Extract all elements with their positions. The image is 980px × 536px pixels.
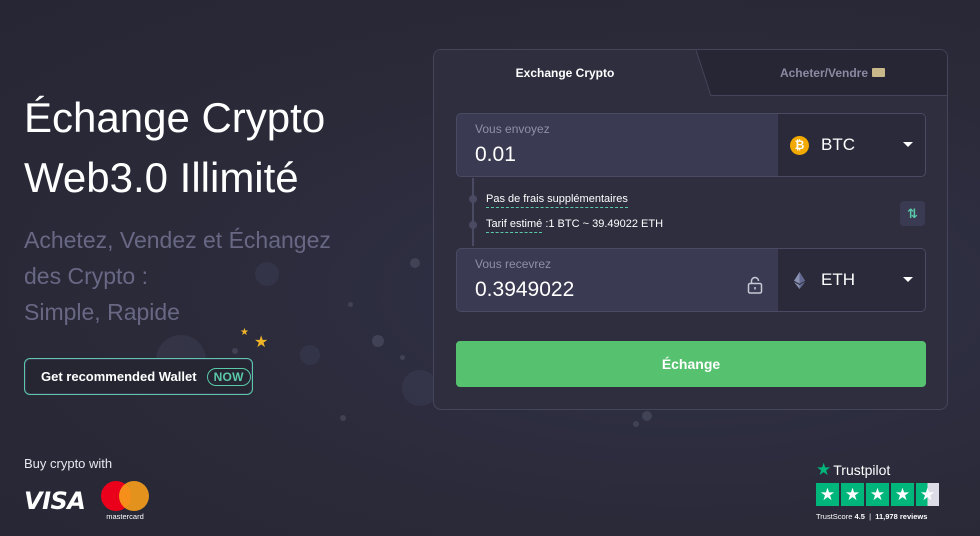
info-dot [469,221,477,229]
rate-value: :1 BTC ~ 39.49022 ETH [545,218,664,230]
hero-subtitle-line-3: Simple, Rapide [24,299,180,325]
wallet-button-label: Get recommended Wallet [41,369,197,384]
hero-subtitle: Achetez, Vendez et Échangez des Crypto :… [24,222,384,330]
get-recommended-wallet-button[interactable]: Get recommended Wallet NOW [24,358,253,395]
fees-text[interactable]: Pas de frais supplémentaires [486,193,628,208]
trustpilot-brand: Trustpilot [833,462,891,478]
trustscore-label: TrustScore [816,512,853,521]
send-field: Vous envoyez 0.01 ₿ BTC [456,113,926,177]
hero-title: Échange Crypto Web3.0 Illimité [24,88,404,208]
bitcoin-icon: ₿ [790,135,809,155]
rating-star-icon: ★ [866,483,889,506]
exchange-button[interactable]: Échange [456,341,926,387]
rating-star-icon: ★ [891,483,914,506]
decor-coin [300,345,320,365]
info-connector [472,178,474,246]
unlock-icon[interactable] [747,276,763,294]
fees-info: Pas de frais supplémentaires [486,193,628,208]
trustpilot-score: TrustScore 4.5 | 11,978 reviews [816,512,927,521]
receive-label: Vous recevrez [475,257,552,271]
hero-subtitle-line-2: des Crypto : [24,263,148,289]
trustpilot-star-icon: ★ [816,460,832,479]
trustpilot-rating-stars: ★ ★ ★ ★ ★ [816,483,939,506]
swap-currencies-button[interactable]: ⇅ [900,201,925,226]
receive-currency-select[interactable]: ETH [778,249,925,311]
star-icon: ★ [254,334,269,351]
send-currency-select[interactable]: ₿ BTC [778,114,925,176]
rating-half-star-icon: ★ [916,483,939,506]
tab-acheter-vendre[interactable]: Acheter/Vendre [696,50,947,96]
send-label: Vous envoyez [475,122,550,136]
hero-title-line-1: Échange Crypto [24,94,326,141]
trustpilot-logo[interactable]: ★ Trustpilot [816,460,890,480]
review-count: 11,978 reviews [875,512,928,521]
chevron-down-icon [903,277,913,282]
now-badge: NOW [206,367,251,386]
credit-card-icon [872,68,886,77]
receive-amount-value: 0.3949022 [475,278,575,301]
exchange-widget: Acheter/Vendre Exchange Crypto Vous envo… [433,49,948,410]
visa-logo: VISA [24,487,86,515]
widget-tabs: Acheter/Vendre Exchange Crypto [434,50,947,96]
tab-label: Exchange Crypto [515,66,615,80]
mastercard-logo: mastercard [99,481,151,521]
send-currency-name: BTC [821,135,855,154]
hero-subtitle-line-1: Achetez, Vendez et Échangez [24,227,331,253]
ethereum-icon [794,271,805,289]
chevron-down-icon [903,142,913,147]
rate-label[interactable]: Tarif estimé [486,218,543,233]
receive-field: Vous recevrez 0.3949022 ETH [456,248,926,312]
tab-exchange-crypto[interactable]: Exchange Crypto [434,50,696,96]
rating-star-icon: ★ [841,483,864,506]
send-amount-input[interactable]: Vous envoyez 0.01 [457,114,778,176]
hero-title-line-2: Web3.0 Illimité [24,154,299,201]
rate-info: Tarif estimé :1 BTC ~ 39.49022 ETH [486,218,664,233]
send-amount-value: 0.01 [475,143,516,166]
tab-divider [689,50,719,96]
buy-crypto-caption: Buy crypto with [24,456,113,471]
separator: | [867,512,874,521]
mastercard-label: mastercard [106,512,144,521]
trustscore-value: 4.5 [854,512,865,521]
rating-star-icon: ★ [816,483,839,506]
star-icon: ★ [240,327,249,338]
swap-arrows-icon: ⇅ [907,205,918,221]
info-dot [469,195,477,203]
tab-label: Acheter/Vendre [779,65,869,80]
receive-amount-display: Vous recevrez 0.3949022 [457,249,778,311]
receive-currency-name: ETH [821,270,855,289]
